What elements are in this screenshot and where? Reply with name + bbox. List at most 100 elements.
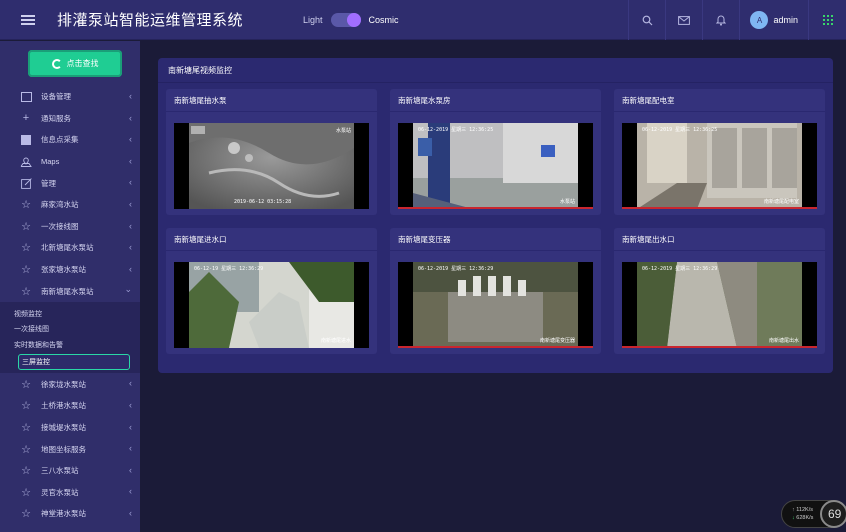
sidebar-item-label: 设备管理 bbox=[41, 92, 71, 102]
chevron-left-icon: ‹ bbox=[129, 155, 132, 166]
sidebar-item-station[interactable]: ☆ 接城堤水泵站 ‹ bbox=[0, 417, 140, 439]
star-icon: ☆ bbox=[21, 199, 31, 212]
sidebar-item-maps[interactable]: Maps ‹ bbox=[0, 151, 140, 173]
chevron-down-icon: ⌄ bbox=[124, 284, 132, 295]
usage-percent: 69 bbox=[820, 500, 846, 528]
network-speed-widget[interactable]: ↑ 112K/s ↓ 628K/s 69 bbox=[781, 500, 846, 528]
network-rates: ↑ 112K/s ↓ 628K/s bbox=[792, 507, 814, 521]
video-title: 南新塘尾变压器 bbox=[398, 235, 451, 244]
theme-light-label[interactable]: Light bbox=[303, 15, 323, 25]
sidebar-item-label: 信息点采集 bbox=[41, 135, 79, 145]
submenu-item-video[interactable]: 视频监控 bbox=[0, 306, 140, 322]
video-player[interactable]: 06-12-2019 星期三 12:36:25 南新塘尾配电室 bbox=[622, 123, 817, 209]
mail-icon[interactable] bbox=[665, 0, 702, 40]
upload-rate: 112K/s bbox=[796, 507, 813, 513]
sidebar-item-station-expanded[interactable]: ☆ 南新塘尾水泵站 ⌄ bbox=[0, 280, 140, 302]
chevron-left-icon: ‹ bbox=[129, 91, 132, 101]
star-icon: ☆ bbox=[21, 486, 31, 499]
sidebar-item-station[interactable]: ☆ 灵官水泵站 ‹ bbox=[0, 481, 140, 503]
camera-label: 南新塘尾出水 bbox=[768, 338, 799, 344]
chevron-left-icon: ‹ bbox=[129, 177, 132, 188]
sidebar-item-map-service[interactable]: ☆ 地图坐标服务 ‹ bbox=[0, 438, 140, 460]
chevron-left-icon: ‹ bbox=[129, 443, 132, 454]
sidebar-item-station[interactable]: ☆ 土桥港水泵站 ‹ bbox=[0, 395, 140, 417]
search-button[interactable]: 点击查找 bbox=[28, 50, 122, 77]
sidebar-item-station[interactable]: ☆ 张家塘水泵站 ‹ bbox=[0, 259, 140, 281]
video-player[interactable]: 06-12-2019 星期三 12:36:29 南新塘尾出水 bbox=[622, 262, 817, 348]
sidebar-item-label: 张家塘水泵站 bbox=[41, 265, 86, 275]
video-frame bbox=[189, 123, 354, 209]
map-icon bbox=[20, 156, 32, 167]
sidebar-item-label: 北新塘尾水泵站 bbox=[41, 243, 94, 253]
sidebar-item-label: 一次接线图 bbox=[41, 221, 79, 231]
sidebar-item-station[interactable]: ☆ 徐家垅水泵站 ‹ bbox=[0, 373, 140, 395]
video-timestamp: 06-12-19 星期三 12:36:29 bbox=[194, 266, 264, 272]
video-card: 南新塘尾抽水泵 水泵站 2019-06-12 03:15:28 bbox=[166, 89, 377, 215]
star-icon: ☆ bbox=[21, 285, 31, 298]
sidebar-item-wiring-diagram[interactable]: ☆ 一次接线图 ‹ bbox=[0, 216, 140, 238]
chevron-left-icon: ‹ bbox=[129, 378, 132, 389]
theme-toggle[interactable] bbox=[330, 12, 361, 27]
sidebar-item-data-collection[interactable]: 信息点采集 ‹ bbox=[0, 129, 140, 151]
username: admin bbox=[773, 15, 798, 25]
sidebar-item-label: 神堂港水泵站 bbox=[41, 509, 86, 519]
video-player[interactable]: 06-12-2019 星期三 12:36:29 南新塘尾变压器 bbox=[398, 262, 593, 348]
divider bbox=[614, 111, 825, 112]
video-timestamp: 06-12-2019 星期三 12:36:29 bbox=[418, 266, 494, 272]
sidebar: 点击查找 设备管理 ‹ + 通知服务 ‹ 信息点采集 ‹ Maps ‹ 管理 ‹… bbox=[0, 41, 140, 532]
chevron-left-icon: ‹ bbox=[129, 400, 132, 411]
video-frame bbox=[413, 262, 578, 348]
video-title: 南新塘尾进水口 bbox=[174, 235, 227, 244]
video-title: 南新塘尾配电室 bbox=[622, 96, 675, 105]
video-timestamp: 06-12-2019 星期三 12:36:25 bbox=[642, 127, 718, 133]
chevron-left-icon: ‹ bbox=[129, 263, 132, 274]
search-icon[interactable] bbox=[628, 0, 665, 40]
apps-grid-icon[interactable] bbox=[808, 0, 846, 40]
video-frame bbox=[637, 123, 802, 209]
sidebar-item-notification[interactable]: + 通知服务 ‹ bbox=[0, 108, 140, 130]
star-icon: ☆ bbox=[21, 465, 31, 478]
video-player[interactable]: 06-12-2019 星期三 12:36:25 水泵站 bbox=[398, 123, 593, 209]
star-icon: ☆ bbox=[21, 378, 31, 391]
camera-label: 南新塘尾变压器 bbox=[539, 338, 575, 344]
submenu-item-wiring[interactable]: 一次接线图 bbox=[0, 321, 140, 337]
sidebar-item-label: 麻家湾水站 bbox=[41, 200, 79, 210]
top-bar: 排灌泵站智能运维管理系统 Light Cosmic A admin bbox=[0, 0, 846, 40]
video-title: 南新塘尾水泵房 bbox=[398, 96, 451, 105]
chevron-left-icon: ‹ bbox=[129, 464, 132, 475]
sidebar-item-label: 地图坐标服务 bbox=[41, 444, 86, 454]
video-timestamp: 06-12-2019 星期三 12:36:29 bbox=[642, 266, 718, 272]
refresh-icon bbox=[51, 58, 62, 69]
sidebar-item-station[interactable]: ☆ 北新塘尾水泵站 ‹ bbox=[0, 237, 140, 259]
sidebar-item-station[interactable]: ☆ 麻家湾水站 ‹ bbox=[0, 194, 140, 216]
station-submenu: 视频监控 一次接线图 实时数据和告警 三屏监控 bbox=[0, 301, 140, 374]
camera-label: 南新塘尾进水 bbox=[320, 338, 351, 344]
video-card: 南新塘尾水泵房 06-12-2019 星期三 12:36:25 水泵站 bbox=[390, 89, 601, 215]
theme-cosmic-label[interactable]: Cosmic bbox=[369, 15, 399, 25]
star-icon: ☆ bbox=[21, 220, 31, 233]
bell-icon[interactable] bbox=[702, 0, 739, 40]
sidebar-item-label: 徐家垅水泵站 bbox=[41, 379, 86, 389]
submenu-item-three-screen[interactable]: 三屏监控 bbox=[18, 354, 130, 371]
sidebar-item-station[interactable]: ☆ 三八水泵站 ‹ bbox=[0, 460, 140, 482]
submenu-item-realtime-data[interactable]: 实时数据和告警 bbox=[0, 337, 140, 353]
camera-label: 南新塘尾配电室 bbox=[763, 199, 799, 205]
sidebar-item-station[interactable]: ☆ 神堂港水泵站 ‹ bbox=[0, 503, 140, 525]
user-menu[interactable]: A admin bbox=[739, 0, 808, 40]
progress-bar bbox=[622, 346, 817, 348]
video-card: 南新塘尾配电室 06-12-2019 星期三 12:36:25 南新塘尾配电室 bbox=[614, 89, 825, 215]
camera-label: 水泵站 bbox=[559, 199, 575, 205]
square-filled-icon bbox=[20, 134, 32, 145]
chevron-left-icon: ‹ bbox=[129, 134, 132, 145]
sidebar-item-label: 灵官水泵站 bbox=[41, 487, 79, 497]
menu-toggle-icon[interactable] bbox=[21, 14, 35, 25]
sidebar-item-device-management[interactable]: 设备管理 ‹ bbox=[0, 86, 140, 108]
video-monitor-panel: 南新塘尾视频监控 南新塘尾抽水泵 水泵站 2019-06-12 03:15:28… bbox=[158, 58, 833, 373]
sidebar-item-management[interactable]: 管理 ‹ bbox=[0, 172, 140, 194]
video-card: 南新塘尾变压器 06-12-2019 星期三 12:36:29 南新塘尾变压器 bbox=[390, 228, 601, 354]
video-player[interactable]: 06-12-19 星期三 12:36:29 南新塘尾进水 bbox=[174, 262, 369, 348]
header-actions: A admin bbox=[628, 0, 846, 40]
chevron-left-icon: ‹ bbox=[129, 242, 132, 253]
video-player[interactable]: 水泵站 2019-06-12 03:15:28 bbox=[174, 123, 369, 209]
video-frame bbox=[637, 262, 802, 348]
